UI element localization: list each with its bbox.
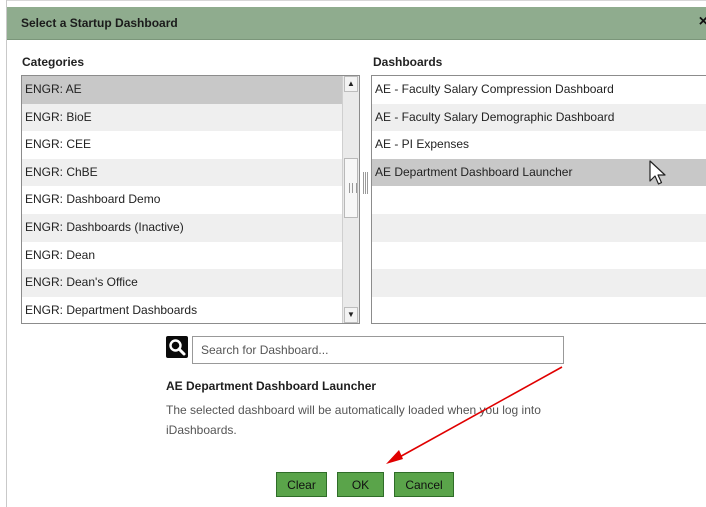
mouse-pointer-icon (649, 160, 666, 185)
red-arrow-icon (386, 366, 563, 464)
